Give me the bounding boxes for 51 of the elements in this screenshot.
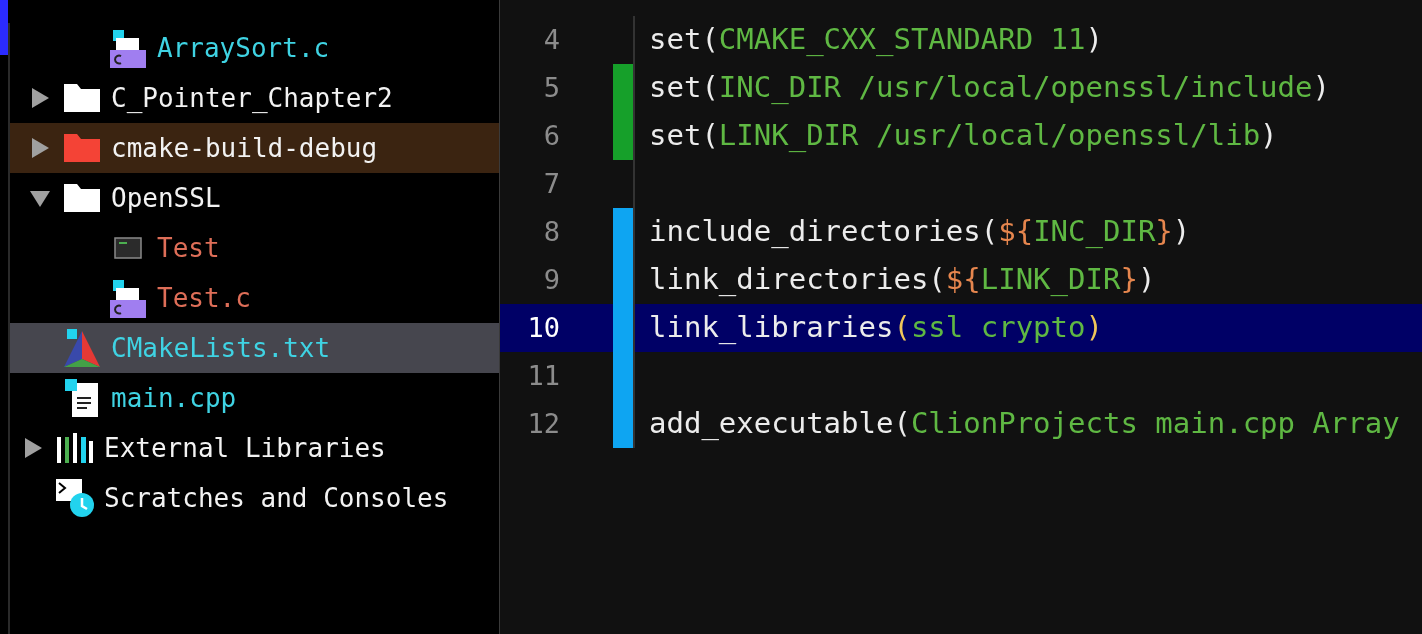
tree-item[interactable]: Test.c [10, 273, 499, 323]
code-line: link_libraries(ssl crypto) [649, 310, 1103, 345]
expand-arrow-icon[interactable] [30, 138, 50, 158]
collapse-arrow-icon[interactable] [30, 188, 50, 208]
c-file-icon [110, 28, 146, 68]
line-number: 6 [542, 118, 560, 153]
tree-item[interactable]: main.cpp [10, 373, 499, 423]
folder-icon [64, 184, 100, 212]
tree-item[interactable]: C_Pointer_Chapter2 [10, 73, 499, 123]
code-line: set(CMAKE_CXX_STANDARD 11) [649, 22, 1103, 57]
console-clock-icon [56, 479, 94, 517]
tree-item[interactable]: Test [10, 223, 499, 273]
tree-item-label: Test [157, 231, 220, 265]
tree-item[interactable]: ArraySort.c [10, 23, 499, 73]
line-number: 11 [526, 358, 560, 393]
tree-item-label: C_Pointer_Chapter2 [111, 81, 393, 115]
line-number: 9 [542, 262, 560, 297]
tree-item-label: cmake-build-debug [111, 131, 378, 165]
line-number: 12 [526, 406, 560, 441]
expand-arrow-icon[interactable] [23, 438, 43, 458]
tree-item-label: main.cpp [111, 381, 237, 415]
tree-item[interactable]: OpenSSL [10, 173, 499, 223]
active-indicator [0, 0, 8, 55]
triangle-logo-icon [64, 329, 100, 367]
tree-item-label: OpenSSL [111, 181, 221, 215]
expand-arrow-icon[interactable] [30, 88, 50, 108]
line-number: 10 [526, 310, 560, 345]
line-number: 5 [542, 70, 560, 105]
tree-item[interactable]: cmake-build-debug [10, 123, 499, 173]
tree-item[interactable]: External Libraries [10, 423, 499, 473]
tree-item-label: Test.c [157, 281, 251, 315]
folder-icon [64, 84, 100, 112]
line-number: 8 [542, 214, 560, 249]
terminal-icon [114, 236, 142, 260]
line-number: 7 [542, 166, 560, 201]
code-line: set(INC_DIR /usr/local/openssl/include) [649, 70, 1330, 105]
bars-icon [57, 433, 93, 463]
code-line: add_executable(ClionProjects main.cpp Array [649, 406, 1400, 441]
c-file-icon [110, 278, 146, 318]
tree-item-label: Scratches and Consoles [104, 481, 449, 515]
tree-item[interactable]: CMakeLists.txt [10, 323, 499, 373]
tree-item-label: External Libraries [104, 431, 386, 465]
folder-icon [64, 134, 100, 162]
line-number: 4 [542, 22, 560, 57]
tree-item[interactable]: Scratches and Consoles [10, 473, 499, 523]
document-icon [65, 379, 99, 417]
code-line: set(LINK_DIR /usr/local/openssl/lib) [649, 118, 1278, 153]
tree-item-label: ArraySort.c [157, 31, 330, 65]
code-line: include_directories(${INC_DIR}) [649, 214, 1191, 249]
tree-item-label: CMakeLists.txt [111, 331, 331, 365]
code-line: link_directories(${LINK_DIR}) [649, 262, 1156, 297]
